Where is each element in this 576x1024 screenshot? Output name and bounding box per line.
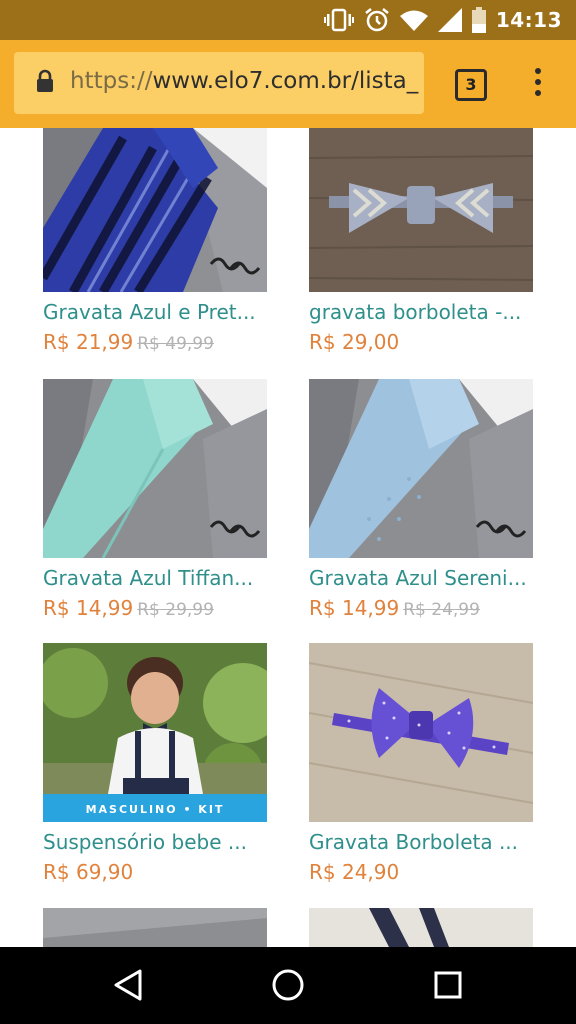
recents-square-icon[interactable]	[430, 967, 466, 1003]
old-price: R$ 24,99	[403, 600, 480, 620]
product-image-tie-serenity[interactable]	[309, 379, 533, 558]
product-grid: Gravata Azul e Pret... R$ 21,99R$ 49,99	[0, 128, 576, 947]
old-price: R$ 49,99	[137, 334, 214, 354]
cell-signal-icon	[437, 8, 462, 32]
back-triangle-icon[interactable]	[110, 967, 146, 1003]
tab-switcher-button[interactable]: 3	[455, 69, 487, 101]
home-circle-icon[interactable]	[270, 967, 306, 1003]
product-title[interactable]: Gravata Borboleta ...	[309, 830, 533, 854]
product-card[interactable]: Gravata Azul e Pret... R$ 21,99 R$ 49,99	[43, 128, 267, 354]
product-title[interactable]: Gravata Azul e Pret...	[43, 300, 267, 324]
product-price-row: R$ 29,00	[309, 330, 533, 354]
product-price-row: R$ 14,99 R$ 29,99	[43, 596, 267, 620]
product-price-row: R$ 69,90	[43, 860, 267, 884]
clock: 14:13	[495, 8, 562, 32]
product-price-row: R$ 21,99 R$ 49,99	[43, 330, 267, 354]
product-card[interactable]	[309, 908, 533, 947]
battery-icon	[471, 7, 486, 33]
product-card[interactable]	[43, 908, 267, 947]
url-text[interactable]: https://www.elo7.com.br/lista_	[70, 68, 420, 94]
lock-icon	[37, 69, 53, 92]
product-image-partial[interactable]	[43, 908, 267, 947]
price: R$ 24,90	[309, 860, 400, 884]
product-price-row: R$ 14,99 R$ 24,99	[309, 596, 533, 620]
product-card[interactable]: Gravata Azul Tiffan... R$ 14,99 R$ 29,99	[43, 379, 267, 620]
product-image-baby-suspenders[interactable]: MASCULINO • KIT	[43, 643, 267, 822]
product-image-partial[interactable]	[309, 908, 533, 947]
product-image-tie-blue-black[interactable]	[43, 128, 267, 292]
product-card[interactable]: Gravata Azul Sereni... R$ 14,99 R$ 24,99	[309, 379, 533, 620]
product-card[interactable]: MASCULINO • KIT Suspensório bebe ... R$ …	[43, 643, 267, 884]
product-title[interactable]: Suspensório bebe ...	[43, 830, 267, 854]
price: R$ 69,90	[43, 860, 134, 884]
product-price-row: R$ 24,90	[309, 860, 533, 884]
price: R$ 14,99	[43, 596, 134, 620]
browser-toolbar: https://www.elo7.com.br/lista_ 3	[0, 40, 576, 128]
address-bar[interactable]: https://www.elo7.com.br/lista_	[14, 52, 424, 114]
vibrate-icon	[323, 8, 354, 32]
status-bar: 14:13	[0, 0, 576, 40]
wifi-icon	[399, 10, 428, 31]
url-host: www.elo7.com.br/lista_	[152, 68, 419, 94]
product-image-bowtie-purple[interactable]	[309, 643, 533, 822]
alarm-icon	[365, 8, 389, 32]
price: R$ 14,99	[309, 596, 400, 620]
overflow-menu-icon[interactable]	[528, 68, 548, 100]
old-price: R$ 29,99	[137, 600, 214, 620]
url-scheme: https://	[70, 68, 153, 94]
product-image-tie-tiffany[interactable]	[43, 379, 267, 558]
product-title[interactable]: Gravata Azul Tiffan...	[43, 566, 267, 590]
product-title[interactable]: gravata borboleta -...	[309, 300, 533, 324]
product-image-bowtie-grey[interactable]	[309, 128, 533, 292]
product-title[interactable]: Gravata Azul Sereni...	[309, 566, 533, 590]
product-card[interactable]: gravata borboleta -... R$ 29,00	[309, 128, 533, 354]
price: R$ 29,00	[309, 330, 400, 354]
system-navigation-bar	[0, 947, 576, 1024]
price: R$ 21,99	[43, 330, 134, 354]
image-banner-text: MASCULINO • KIT	[86, 803, 225, 816]
product-card[interactable]: Gravata Borboleta ... R$ 24,90	[309, 643, 533, 884]
